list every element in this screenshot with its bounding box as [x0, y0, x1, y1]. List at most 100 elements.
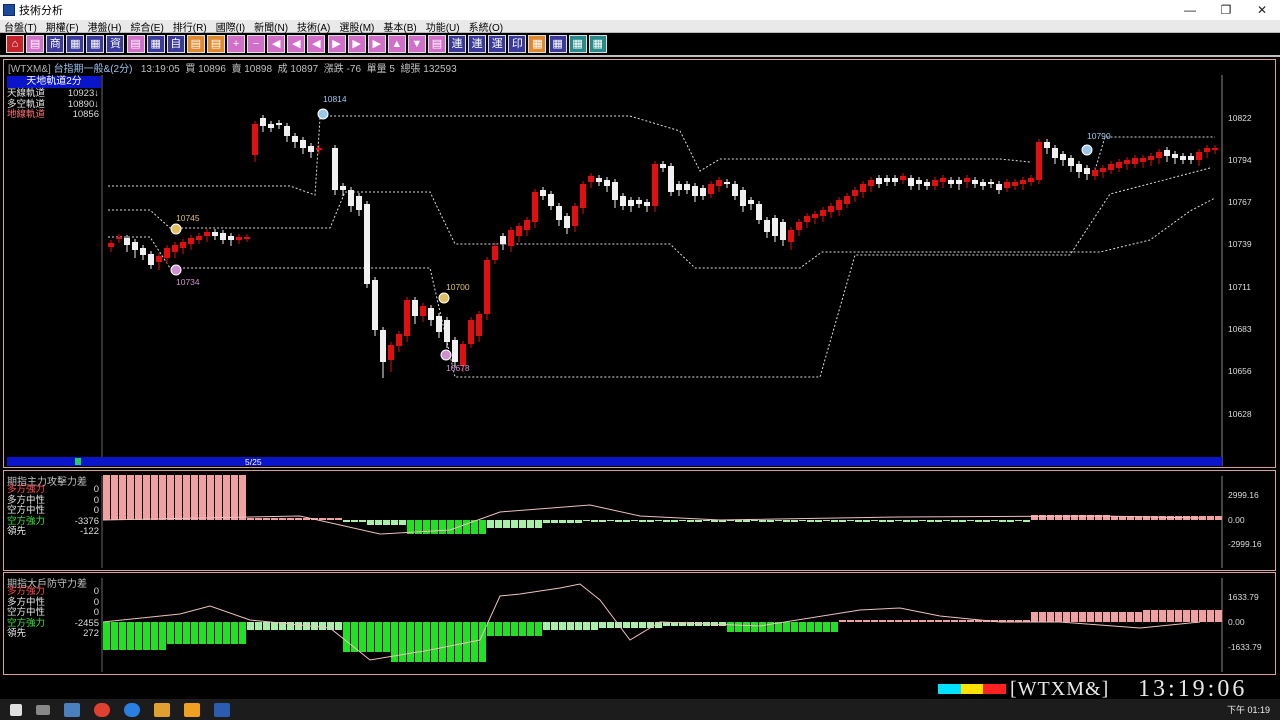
- marker-1: [170, 223, 182, 235]
- trading-app-icon[interactable]: [154, 702, 170, 717]
- candle-body-134: [1188, 156, 1194, 160]
- candle-body-56: [564, 216, 570, 228]
- panel1-bar-3: [127, 475, 134, 520]
- panel1-bar-23: [287, 518, 294, 520]
- candle-body-137: [1212, 148, 1218, 150]
- ie-icon[interactable]: [124, 702, 140, 717]
- candle-body-7: [164, 248, 170, 258]
- panel2-bar-49: [495, 622, 502, 636]
- candle-body-26: [316, 148, 322, 150]
- candle-body-108: [980, 182, 986, 186]
- candle-body-12: [204, 232, 210, 236]
- panel2-bar-81: [751, 622, 758, 632]
- panel2-bar-21: [271, 622, 278, 630]
- candle-body-74: [708, 184, 714, 194]
- panel1-bar-36: [391, 520, 398, 525]
- panel2-bar-106: [951, 620, 958, 622]
- candle-body-14: [220, 233, 226, 240]
- start-icon[interactable]: [10, 703, 22, 716]
- panel1-bar-83: [767, 520, 774, 522]
- candle-body-13: [212, 232, 218, 236]
- word-icon[interactable]: [214, 702, 230, 717]
- panel2-bar-3: [127, 622, 134, 650]
- panel1-bar-30: [343, 520, 350, 522]
- panel2-bar-108: [967, 620, 974, 622]
- panel2-bar-23: [287, 622, 294, 630]
- candle-body-67: [652, 164, 658, 206]
- panel1-bar-106: [951, 520, 958, 522]
- candle-body-20: [268, 124, 274, 128]
- panel2-bar-43: [447, 622, 454, 662]
- candle-body-115: [1036, 142, 1042, 180]
- candle-body-78: [740, 190, 746, 206]
- panel2-bar-56: [551, 622, 558, 630]
- panel1-bar-57: [559, 520, 566, 523]
- candle-body-6: [156, 256, 162, 262]
- panel1-bar-112: [999, 520, 1006, 522]
- panel1-bar-47: [479, 520, 486, 534]
- panel2-bar-20: [263, 622, 270, 630]
- panel1-bar-43: [447, 520, 454, 534]
- panel1-bar-62: [599, 520, 606, 522]
- candle-body-54: [548, 194, 554, 206]
- panel2-bar-126: [1111, 612, 1118, 622]
- folder-icon[interactable]: [184, 702, 200, 717]
- candle-body-96: [884, 178, 890, 182]
- candle-body-120: [1076, 164, 1082, 172]
- candle-body-19: [260, 118, 266, 126]
- panel1-bar-96: [871, 520, 878, 521]
- candle-body-99: [908, 178, 914, 186]
- panel1-bar-49: [495, 520, 502, 528]
- panel2-bar-122: [1079, 612, 1086, 622]
- lower-channel: [108, 167, 1211, 378]
- candle-body-109: [988, 182, 994, 184]
- panel1-tick-1: 0.00: [1228, 515, 1245, 525]
- candle-body-82: [772, 218, 778, 236]
- candle-body-127: [1132, 158, 1138, 164]
- chrome-icon[interactable]: [94, 702, 110, 717]
- panel2-bar-30: [343, 622, 350, 652]
- panel1-bar-88: [807, 520, 814, 522]
- candle-body-9: [180, 242, 186, 248]
- panel2-tick-0: 1633.79: [1228, 592, 1259, 602]
- panel2-bar-98: [887, 620, 894, 622]
- candle-body-111: [1004, 182, 1010, 188]
- panel1-bar-113: [1007, 520, 1014, 522]
- panel2-bar-78: [727, 622, 734, 632]
- panel1-bar-85: [783, 520, 790, 522]
- panel1-bar-59: [575, 520, 582, 523]
- panel1-bar-28: [327, 518, 334, 520]
- panel1-bar-115: [1023, 520, 1030, 522]
- chart-canvas[interactable]: 10822 10794 10767 10739 10711 10683 10656 10628…: [0, 0, 1280, 720]
- candle-body-80: [756, 204, 762, 220]
- panel2-bar-86: [791, 622, 798, 632]
- price-tick-2: 10767: [1228, 197, 1252, 207]
- panel1-bar-101: [911, 520, 918, 522]
- candle-body-29: [348, 190, 354, 206]
- panel2-bar-57: [559, 622, 566, 630]
- marker-label-0: 10814: [323, 94, 347, 104]
- panel1-bar-31: [351, 520, 358, 522]
- marker-label-2: 10734: [176, 277, 200, 287]
- panel2-bar-92: [839, 620, 846, 622]
- panel2-bar-118: [1047, 612, 1054, 622]
- panel2-bar-10: [183, 622, 190, 644]
- candle-body-118: [1060, 154, 1066, 160]
- candle-body-71: [684, 184, 690, 190]
- panel1-bar-137: [1199, 516, 1206, 520]
- panel2-bar-6: [151, 622, 158, 650]
- taskview-icon[interactable]: [36, 704, 50, 715]
- candle-body-135: [1196, 152, 1202, 160]
- marker-label-4: 10678: [446, 363, 470, 373]
- candle-body-55: [556, 206, 562, 220]
- panel1-bar-58: [567, 520, 574, 523]
- panel1-bar-74: [695, 520, 702, 522]
- panel2-bar-99: [895, 620, 902, 622]
- candle-body-66: [644, 202, 650, 206]
- panel2-bar-55: [543, 622, 550, 630]
- taskbar-clock: 下午 01:19: [1226, 705, 1270, 715]
- panel1-bar-6: [151, 475, 158, 520]
- explorer-icon[interactable]: [64, 702, 80, 717]
- panel1-bar-100: [903, 520, 910, 522]
- panel2-bar-54: [535, 622, 542, 636]
